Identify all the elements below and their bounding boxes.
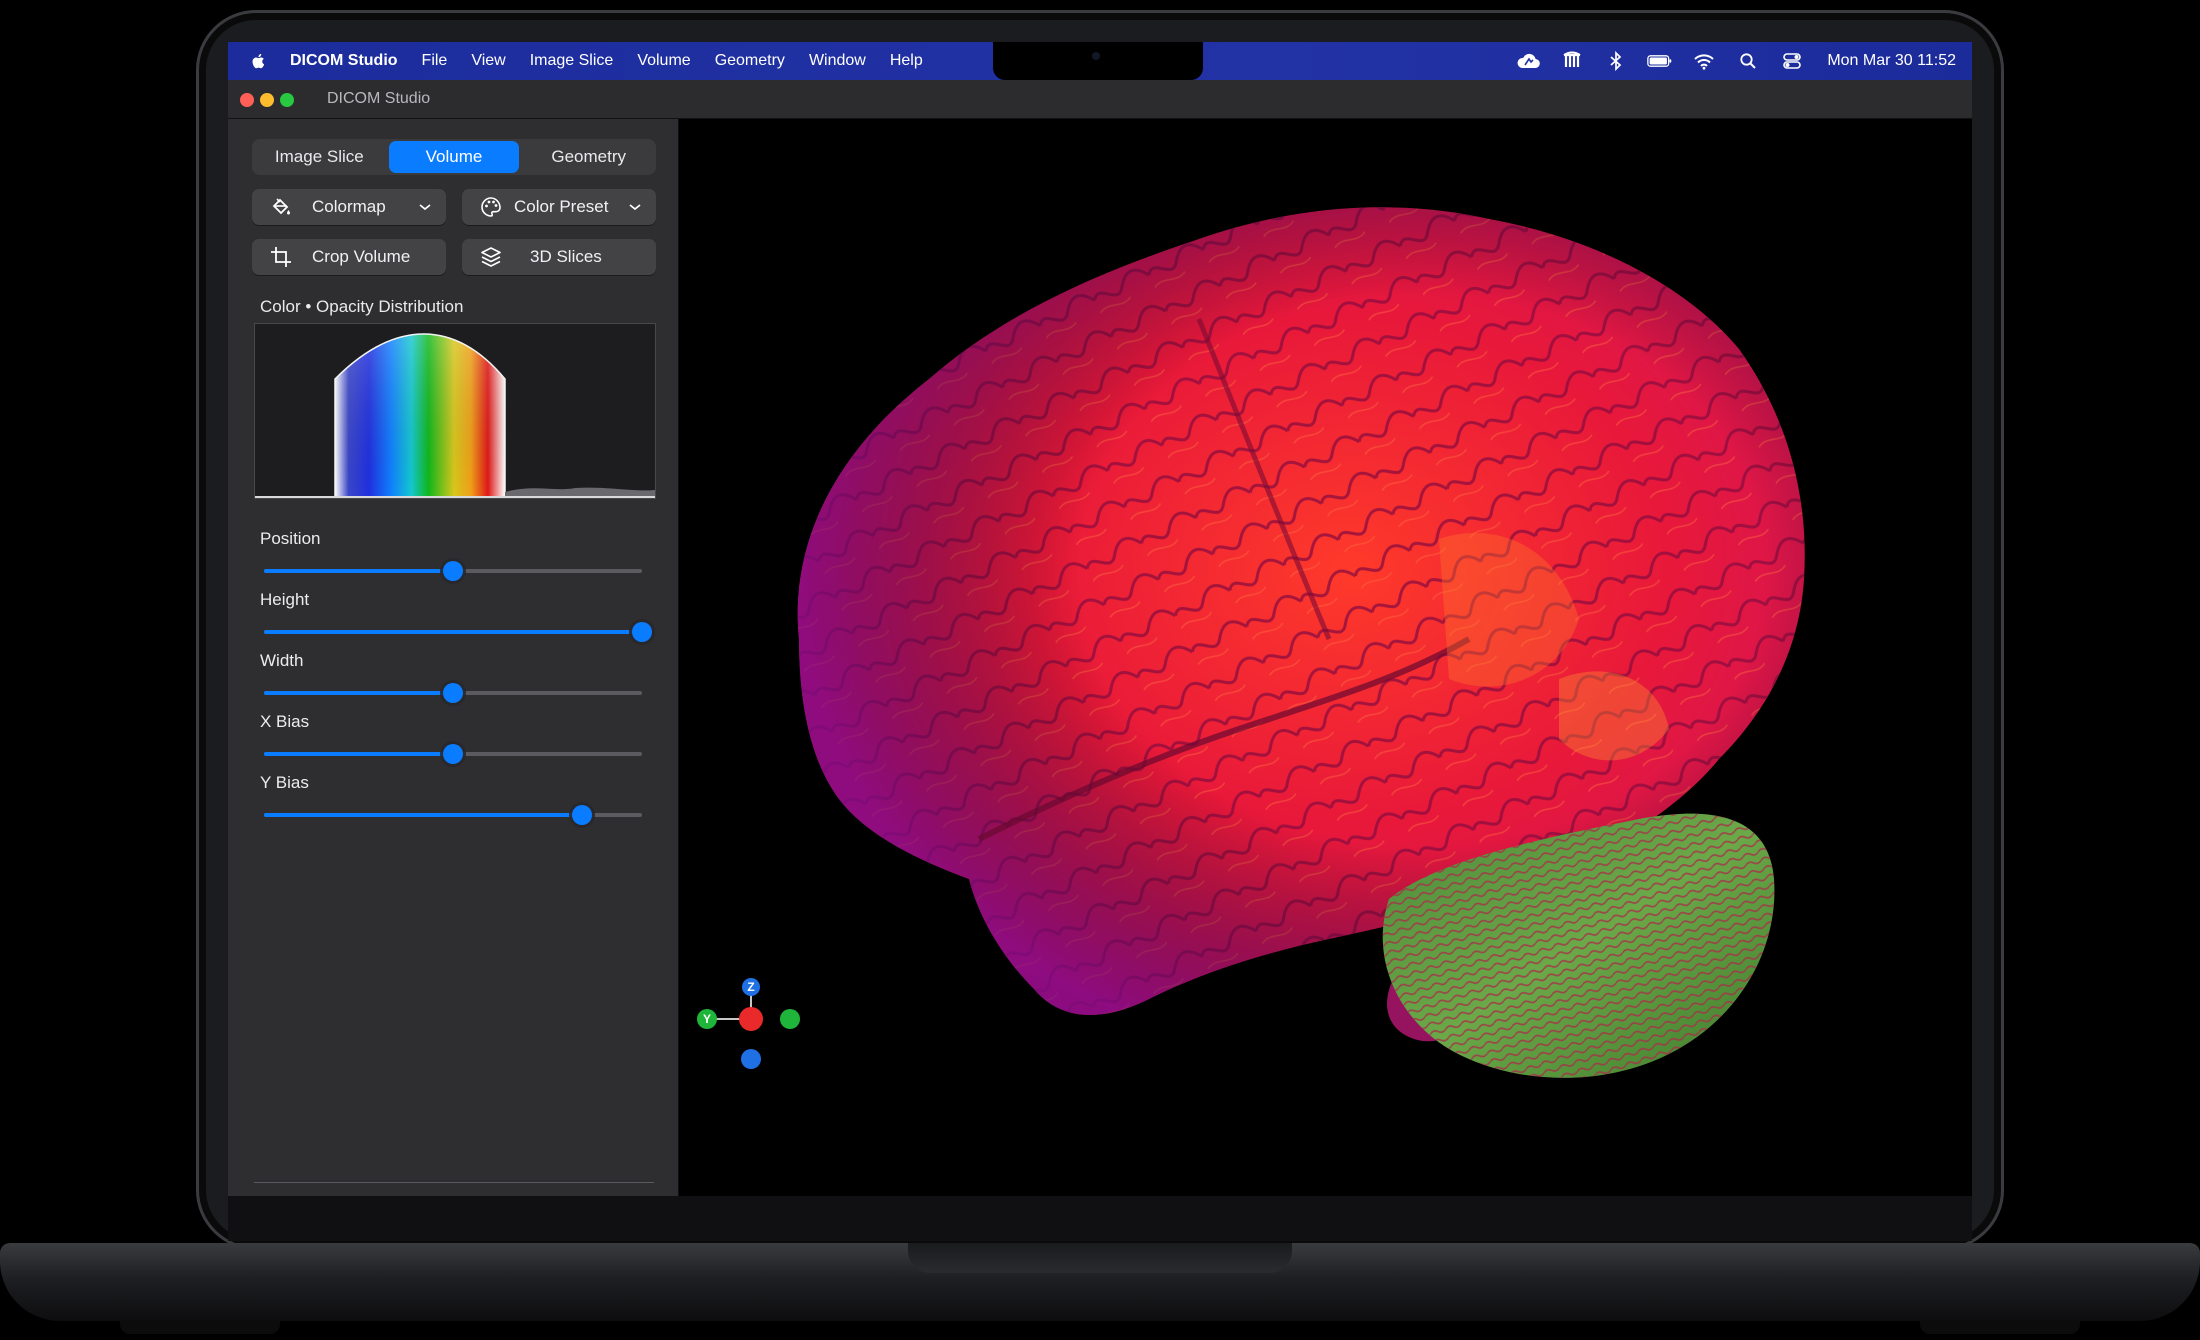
slider-label-y-bias: Y Bias — [260, 773, 309, 792]
y-axis-label: Y — [703, 1012, 711, 1026]
zoom-window-icon[interactable] — [280, 93, 294, 107]
slider-thumb[interactable] — [443, 683, 463, 703]
tab-volume[interactable]: Volume — [388, 141, 520, 173]
laptop-foot — [120, 1320, 280, 1334]
sidebar-divider — [254, 1182, 654, 1183]
color-opacity-editor[interactable] — [254, 323, 656, 499]
camera-icon — [1092, 52, 1100, 60]
crop-icon — [271, 247, 291, 267]
crop-volume-button[interactable]: Crop Volume — [252, 239, 446, 275]
slider-fill — [264, 813, 582, 817]
slider-thumb[interactable] — [632, 622, 652, 642]
volume-viewport[interactable]: Z Y — [679, 119, 1972, 1196]
notifications-icon[interactable] — [1559, 51, 1585, 71]
3d-slices-button[interactable]: 3D Slices — [462, 239, 656, 275]
screen: DICOM Studio File View Image Slice Volum… — [228, 42, 1972, 1196]
crop-volume-label: Crop Volume — [312, 247, 411, 266]
slider-x-bias[interactable] — [264, 744, 642, 764]
menu-bar: DICOM Studio File View Image Slice Volum… — [228, 42, 1972, 80]
menu-geometry[interactable]: Geometry — [715, 52, 785, 70]
window-title: DICOM Studio — [327, 90, 431, 107]
mode-segmented-control: Image Slice Volume Geometry — [252, 139, 656, 175]
laptop-mockup: DICOM Studio File View Image Slice Volum… — [0, 0, 2200, 1340]
menu-app-name[interactable]: DICOM Studio — [290, 52, 398, 70]
menu-help[interactable]: Help — [890, 52, 923, 70]
chevron-down-icon — [419, 204, 431, 211]
slider-label-x-bias: X Bias — [260, 712, 310, 731]
menu-window[interactable]: Window — [809, 52, 866, 70]
app-window: DICOM Studio Image Slice Volume Geometry… — [228, 80, 1972, 1196]
chevron-down-icon — [629, 204, 641, 211]
laptop-thumb-groove — [908, 1243, 1292, 1273]
wifi-icon[interactable] — [1691, 51, 1717, 71]
slider-label-position: Position — [260, 529, 321, 548]
colormap-label: Colormap — [312, 197, 386, 216]
title-bar[interactable]: DICOM Studio — [228, 80, 1972, 119]
menu-image-slice[interactable]: Image Slice — [530, 52, 614, 70]
colormap-button[interactable]: Colormap — [252, 189, 446, 225]
layers-icon — [481, 247, 501, 267]
menu-view[interactable]: View — [471, 52, 505, 70]
slider-label-height: Height — [260, 590, 310, 609]
palette-icon — [481, 197, 501, 217]
minimize-window-icon[interactable] — [260, 93, 274, 107]
3d-slices-label: 3D Slices — [530, 247, 602, 266]
slider-position[interactable] — [264, 561, 642, 581]
menu-volume[interactable]: Volume — [637, 52, 690, 70]
slider-thumb[interactable] — [571, 805, 592, 825]
color-preset-button[interactable]: Color Preset — [462, 189, 656, 225]
brain-volume-render[interactable]: Z Y — [679, 119, 1972, 1196]
slider-width[interactable] — [264, 683, 642, 703]
sidebar: Image Slice Volume Geometry Colormap Col… — [228, 119, 679, 1196]
orientation-axes-widget[interactable]: Z Y — [697, 978, 800, 1069]
slider-thumb[interactable] — [443, 561, 463, 581]
slider-fill — [264, 752, 453, 756]
camera-notch — [993, 42, 1203, 80]
spotlight-search-icon[interactable] — [1735, 51, 1761, 71]
x-axis-marker — [739, 1007, 763, 1031]
menu-clock[interactable]: Mon Mar 30 11:52 — [1827, 52, 1956, 70]
laptop-foot — [1920, 1320, 2080, 1334]
slider-fill — [264, 691, 453, 695]
menu-file[interactable]: File — [422, 52, 448, 70]
color-preset-label: Color Preset — [514, 197, 609, 216]
tab-geometry[interactable]: Geometry — [523, 141, 654, 173]
slider-thumb[interactable] — [443, 744, 463, 764]
y-axis-negative-marker — [780, 1009, 800, 1029]
slider-fill — [264, 630, 642, 634]
tab-image-slice[interactable]: Image Slice — [254, 141, 385, 173]
paint-bucket-icon — [272, 198, 290, 215]
slider-label-width: Width — [260, 651, 304, 670]
close-window-icon[interactable] — [240, 93, 254, 107]
z-axis-negative-marker — [741, 1049, 761, 1069]
battery-icon — [1647, 51, 1673, 71]
icloud-icon[interactable] — [1515, 51, 1541, 71]
slider-fill — [264, 569, 453, 573]
bluetooth-icon[interactable] — [1603, 51, 1629, 71]
control-center-icon[interactable] — [1779, 51, 1805, 71]
apple-menu-icon[interactable] — [250, 52, 268, 70]
slider-y-bias[interactable] — [264, 805, 642, 825]
slider-height[interactable] — [264, 622, 652, 642]
distribution-title: Color • Opacity Distribution — [260, 297, 464, 316]
laptop-screen-chin — [228, 1196, 1972, 1241]
z-axis-label: Z — [747, 980, 754, 994]
